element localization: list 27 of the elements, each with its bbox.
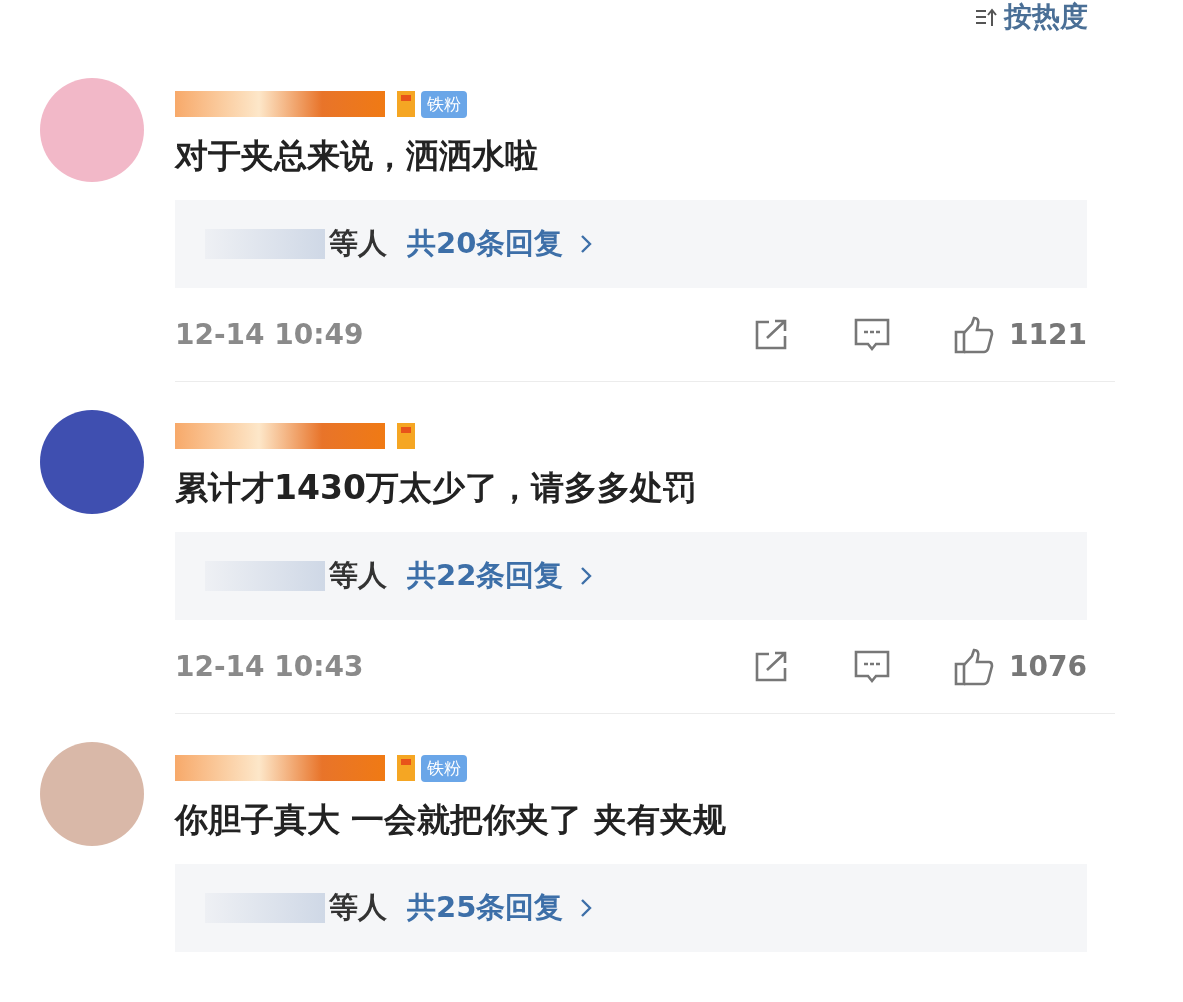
reply-count-link[interactable]: 共20条回复	[407, 224, 564, 264]
replies-panel[interactable]: 等人 共22条回复	[175, 532, 1087, 620]
comment-icon[interactable]	[853, 648, 892, 685]
thumbs-up-icon[interactable]	[953, 647, 996, 686]
replies-panel[interactable]: 等人 共25条回复	[175, 864, 1087, 952]
reply-count-link[interactable]: 共22条回复	[407, 556, 564, 596]
chevron-right-icon	[579, 233, 594, 255]
replies-panel[interactable]: 等人 共20条回复	[175, 200, 1087, 288]
sort-button[interactable]: 按热度	[974, 0, 1088, 34]
like-count: 1121	[1009, 318, 1087, 351]
fan-badge: 铁粉	[421, 90, 467, 118]
comment-text: 你胆子真大 一会就把你夹了 夹有夹规	[175, 799, 727, 841]
comment-time: 12-14 10:43	[175, 650, 364, 683]
reply-names-suffix: 等人	[329, 889, 387, 926]
sort-icon	[974, 6, 998, 28]
thumbs-up-icon[interactable]	[953, 315, 996, 354]
reply-count-link[interactable]: 共25条回复	[407, 888, 564, 928]
fan-badge: 铁粉	[421, 754, 467, 782]
comment-time: 12-14 10:49	[175, 318, 364, 351]
like-count: 1076	[1009, 650, 1087, 683]
chevron-right-icon	[579, 897, 594, 919]
comment-text: 对于夹总来说，洒洒水啦	[175, 135, 539, 177]
comment-icon[interactable]	[853, 316, 892, 353]
comment-text: 累计才1430万太少了，请多多处罚	[175, 467, 697, 509]
reply-names-suffix: 等人	[329, 225, 387, 262]
reply-names-suffix: 等人	[329, 557, 387, 594]
chevron-right-icon	[579, 565, 594, 587]
